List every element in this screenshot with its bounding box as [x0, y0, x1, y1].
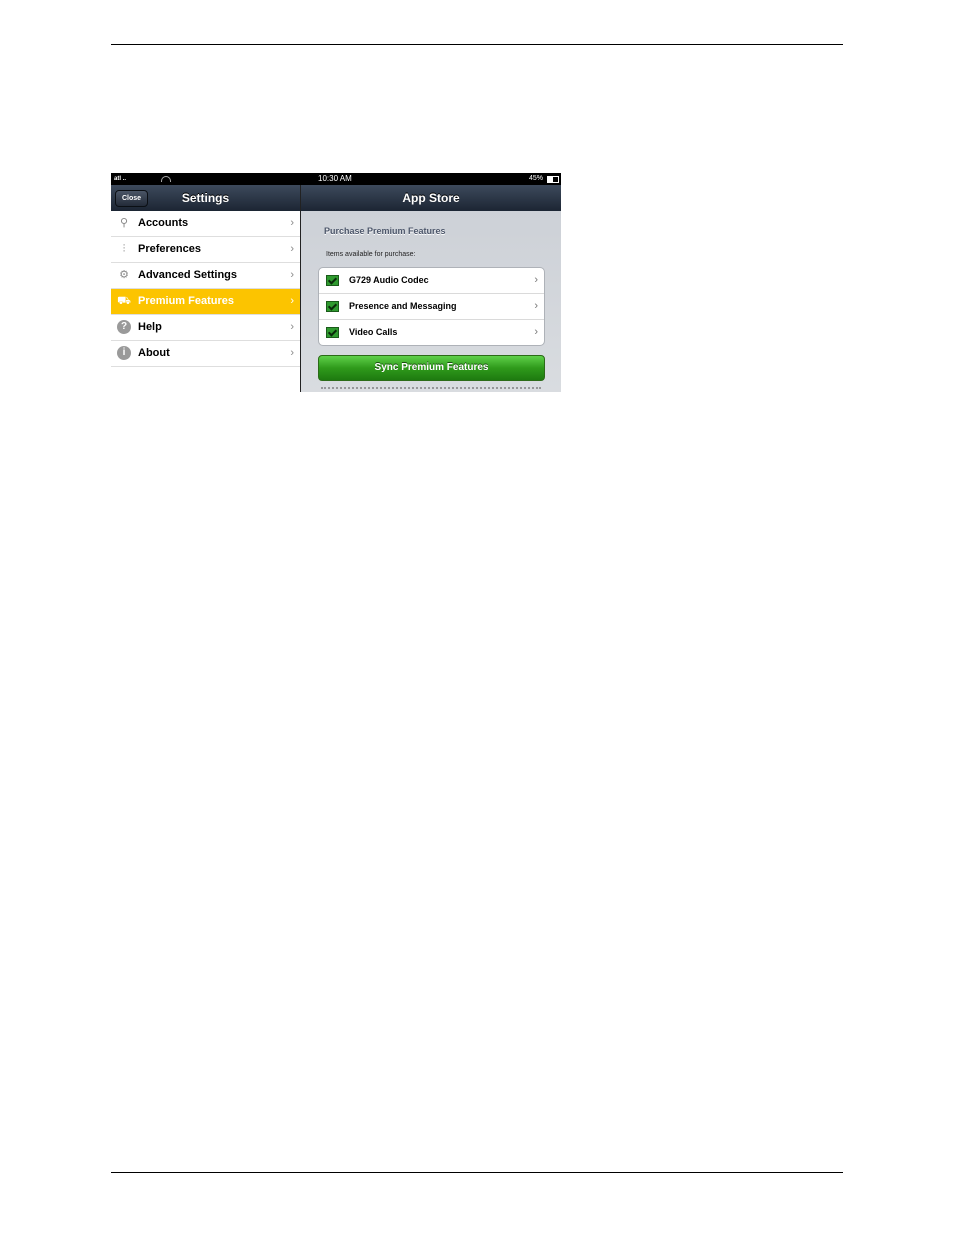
app-store-panel: Purchase Premium Features Items availabl…: [301, 211, 561, 392]
gear-icon: ⚙: [119, 269, 129, 281]
battery-fill: [548, 177, 553, 182]
section-title: Purchase Premium Features: [324, 226, 446, 236]
footer-rule: [111, 1172, 843, 1173]
sidebar-item-help[interactable]: ? Help ›: [111, 315, 300, 341]
sidebar-item-label: Help: [138, 321, 162, 333]
chevron-right-icon: ›: [290, 243, 294, 255]
sidebar-item-label: Preferences: [138, 243, 201, 255]
sidebar-item-premium-features[interactable]: ⛟ Premium Features ›: [111, 289, 300, 315]
battery-percent: 45%: [529, 175, 544, 182]
available-label: Items available for purchase:: [326, 251, 416, 258]
preferences-icon: ⫶: [122, 243, 126, 255]
sidebar-item-label: Advanced Settings: [138, 269, 238, 281]
feature-label: G729 Audio Codec: [349, 275, 429, 285]
status-bar: atl .. 10:30 AM 45%: [111, 173, 561, 185]
checkbox-checked-icon: [326, 327, 339, 338]
chevron-right-icon: ›: [534, 274, 538, 286]
status-time: 10:30 AM: [318, 174, 352, 183]
settings-navbar: Close Settings: [111, 185, 300, 212]
help-icon: ?: [117, 320, 131, 334]
battery-icon: [547, 176, 559, 183]
feature-item-presence[interactable]: Presence and Messaging ›: [319, 294, 544, 320]
sync-premium-features-button[interactable]: Sync Premium Features: [318, 355, 545, 381]
chevron-right-icon: ›: [534, 300, 538, 312]
sidebar-item-advanced-settings[interactable]: ⚙ Advanced Settings ›: [111, 263, 300, 289]
feature-item-video[interactable]: Video Calls ›: [319, 320, 544, 345]
feature-item-g729[interactable]: G729 Audio Codec ›: [319, 268, 544, 294]
ipad-screenshot: atl .. 10:30 AM 45% Close Settings App S…: [111, 173, 561, 392]
sidebar-item-about[interactable]: i About ›: [111, 341, 300, 367]
app-store-navbar: App Store: [301, 185, 561, 212]
chevron-right-icon: ›: [290, 321, 294, 333]
info-icon: i: [117, 346, 131, 360]
cart-icon: ⛟: [117, 295, 131, 307]
feature-label: Video Calls: [349, 327, 398, 337]
feature-list: G729 Audio Codec › Presence and Messagin…: [318, 267, 545, 346]
chevron-right-icon: ›: [290, 347, 294, 359]
chevron-right-icon: ›: [290, 295, 294, 307]
chevron-right-icon: ›: [290, 269, 294, 281]
feature-label: Presence and Messaging: [349, 301, 457, 311]
accounts-icon: ⚲: [119, 217, 129, 229]
checkbox-checked-icon: [326, 275, 339, 286]
settings-title: Settings: [181, 191, 230, 205]
sidebar-item-label: Accounts: [138, 217, 189, 229]
sidebar-item-label: Premium Features: [138, 295, 234, 307]
settings-list: ⚲ Accounts › ⫶ Preferences › ⚙ Advanced …: [111, 211, 300, 392]
wifi-icon: [161, 176, 171, 182]
truncated-footnote: [321, 387, 541, 392]
signal-indicator: atl ..: [114, 176, 127, 182]
header-rule: [111, 44, 843, 45]
checkbox-checked-icon: [326, 301, 339, 312]
chevron-right-icon: ›: [290, 217, 294, 229]
empty-row: [111, 367, 300, 392]
app-store-title: App Store: [402, 191, 460, 205]
sidebar-item-preferences[interactable]: ⫶ Preferences ›: [111, 237, 300, 263]
sidebar-item-accounts[interactable]: ⚲ Accounts ›: [111, 211, 300, 237]
sidebar-item-label: About: [138, 347, 170, 359]
chevron-right-icon: ›: [534, 326, 538, 338]
